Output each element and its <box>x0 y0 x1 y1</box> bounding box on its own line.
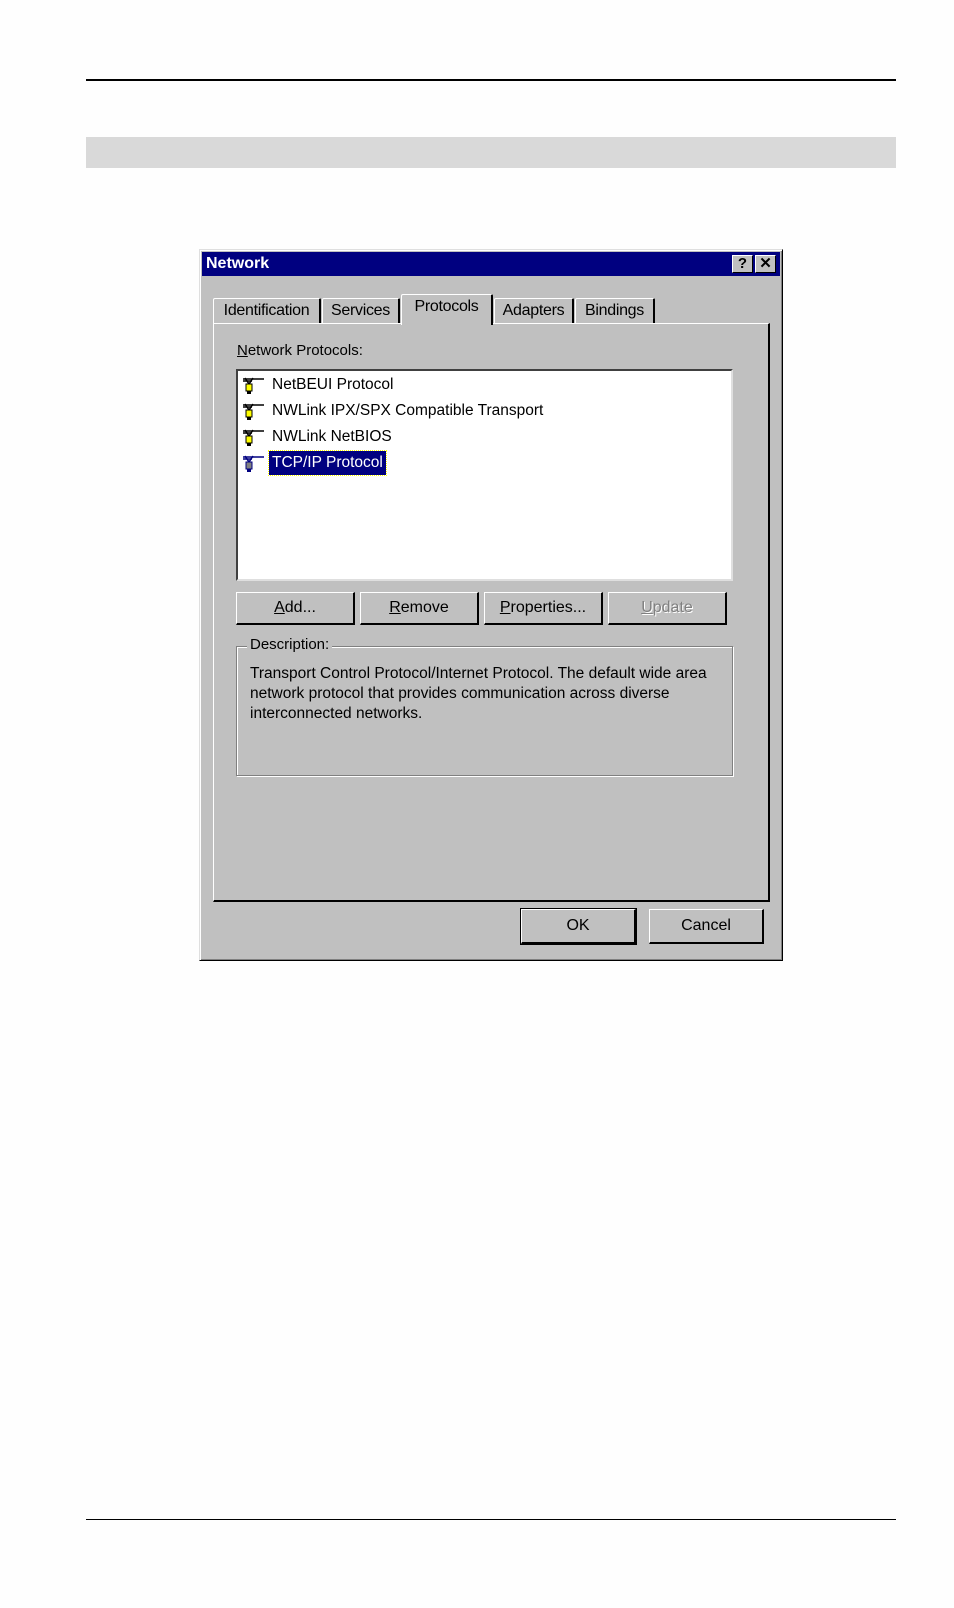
help-button[interactable]: ? <box>732 255 753 273</box>
network-protocol-icon <box>243 403 264 420</box>
button-label: pdate <box>652 599 693 616</box>
button-label: emove <box>400 599 449 616</box>
accelerator-key: P <box>499 599 511 616</box>
properties-button[interactable]: Properties... <box>484 592 603 625</box>
network-protocol-icon <box>243 455 264 472</box>
help-icon: ? <box>737 255 748 272</box>
button-label: dd... <box>284 599 316 616</box>
network-dialog: Network ? ✕ Identification Services Prot… <box>199 249 783 961</box>
description-text: Transport Control Protocol/Internet Prot… <box>250 665 707 722</box>
label-text: etwork Protocols: <box>247 342 363 359</box>
accelerator-key: N <box>237 342 248 359</box>
ok-button[interactable]: OK <box>520 908 637 945</box>
add-button[interactable]: Add... <box>236 592 355 625</box>
protocols-listbox[interactable]: NetBEUI Protocol NWLink IPX/SPX Compatib… <box>236 369 733 581</box>
tab-services[interactable]: Services <box>322 298 400 324</box>
footer-rule <box>86 1519 896 1520</box>
item-label: TCP/IP Protocol <box>268 450 387 476</box>
description-groupbox: Description: Transport Control Protocol/… <box>236 636 733 776</box>
button-label: roperties... <box>510 599 587 616</box>
network-protocols-label: Network Protocols: <box>237 342 363 359</box>
item-label: NWLink IPX/SPX Compatible Transport <box>272 402 544 419</box>
accelerator-key: A <box>274 599 285 616</box>
close-icon: ✕ <box>759 255 772 272</box>
accelerator-key: U <box>641 599 653 616</box>
close-button[interactable]: ✕ <box>755 255 776 273</box>
tab-bindings[interactable]: Bindings <box>575 298 655 324</box>
item-label: NWLink NetBIOS <box>272 428 392 445</box>
item-label: NetBEUI Protocol <box>272 376 394 393</box>
update-button: Update <box>608 592 727 625</box>
remove-button[interactable]: Remove <box>360 592 479 625</box>
tab-identification[interactable]: Identification <box>213 298 321 324</box>
accelerator-key: R <box>389 599 401 616</box>
protocols-panel: Network Protocols: NetBEUI Protocol NWLi… <box>213 323 770 902</box>
tab-adapters[interactable]: Adapters <box>494 298 574 324</box>
title-bar[interactable]: Network ? ✕ <box>202 252 780 276</box>
header-rule <box>86 79 896 81</box>
network-protocol-icon <box>243 429 264 446</box>
network-protocol-icon <box>243 377 264 394</box>
cancel-button[interactable]: Cancel <box>649 909 764 944</box>
section-heading-band <box>86 137 896 168</box>
tab-protocols[interactable]: Protocols <box>401 294 493 325</box>
description-title: Description: <box>247 636 333 653</box>
dialog-title: Network <box>206 255 270 272</box>
